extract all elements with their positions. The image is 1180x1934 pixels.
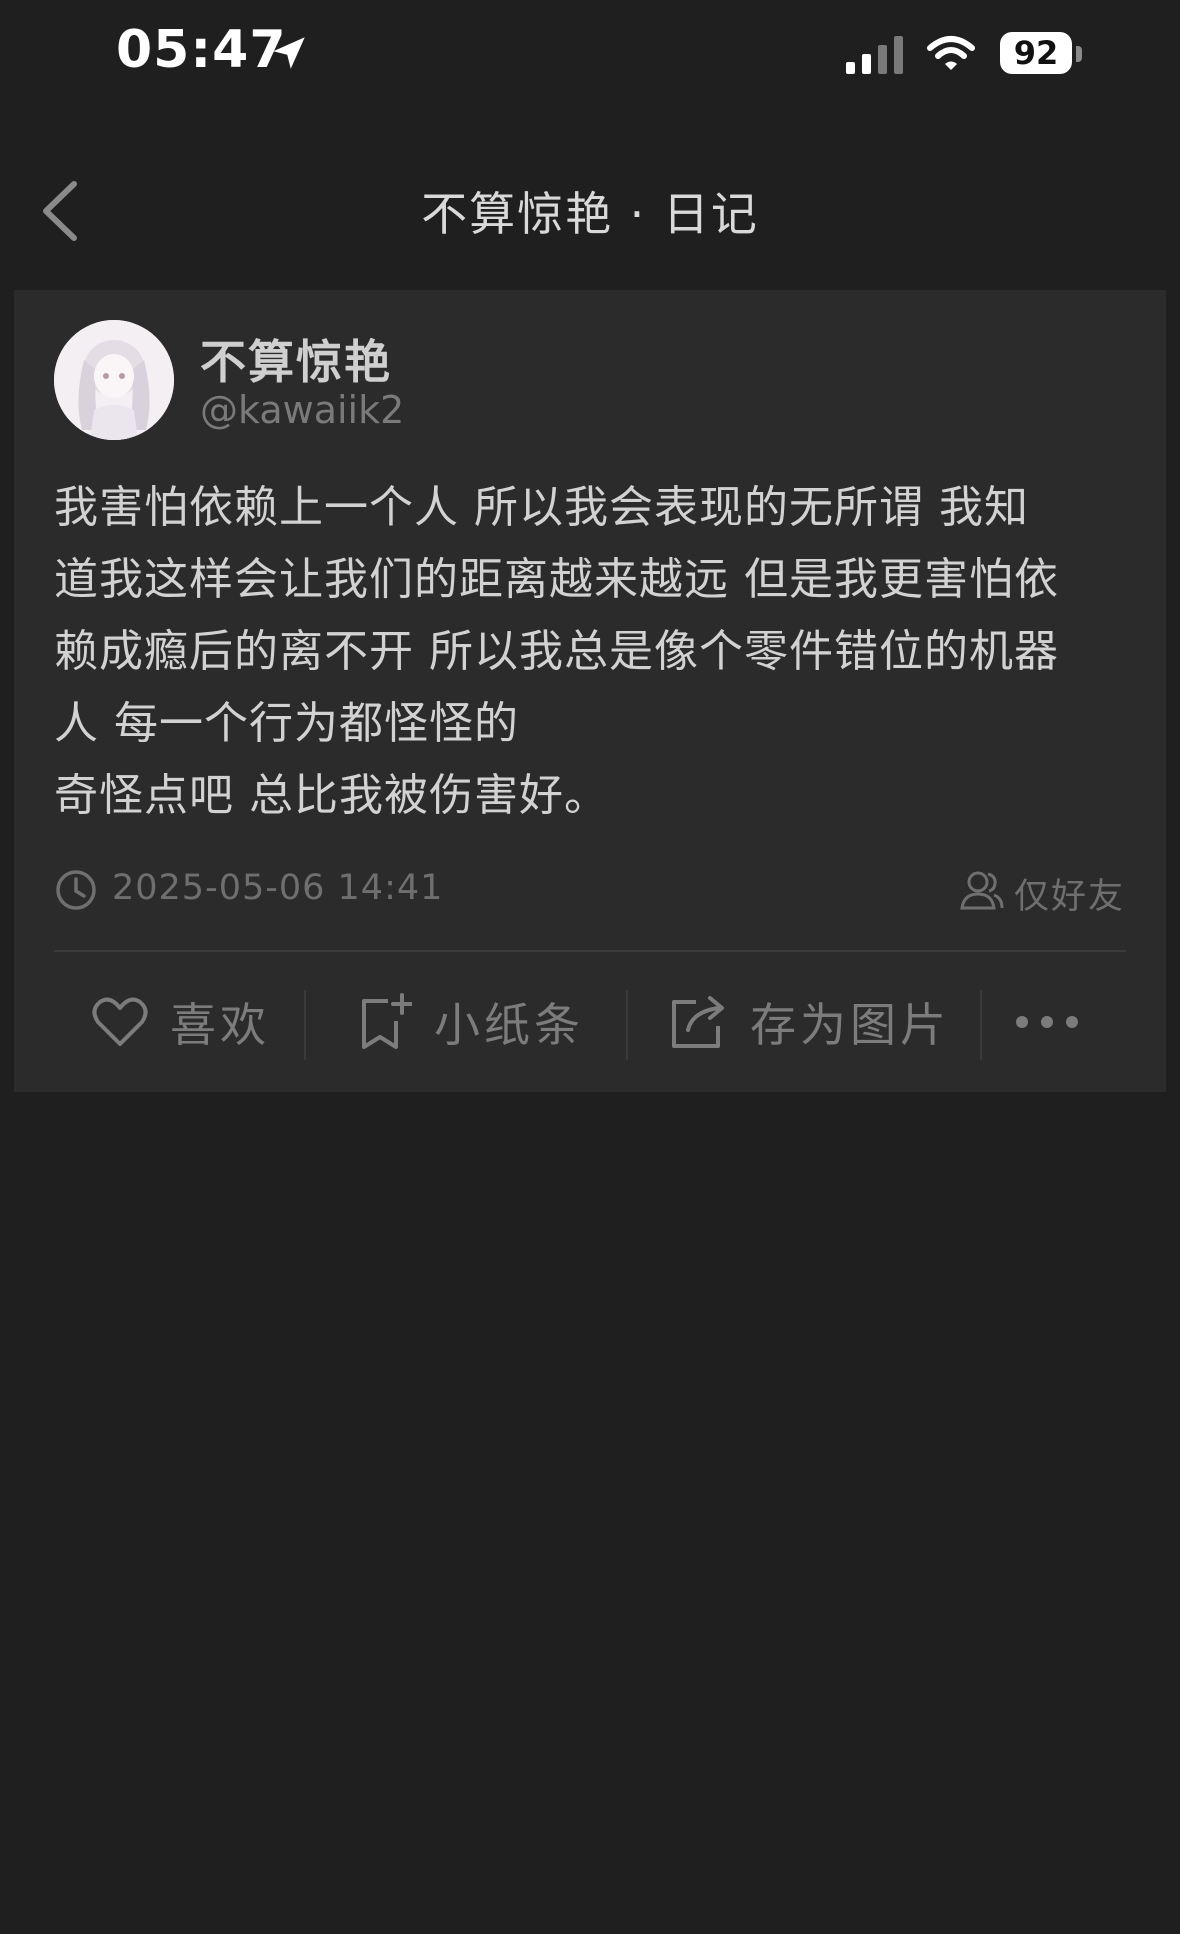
like-label: 喜欢 xyxy=(170,998,270,1052)
status-bar: 05:47 92 xyxy=(0,0,1180,110)
battery-tip xyxy=(1076,46,1082,62)
action-separator xyxy=(626,990,628,1060)
note-add-icon xyxy=(362,993,412,1049)
post-body: 我害怕依赖上一个人 所以我会表现的无所谓 我知 道我这样会让我们的距离越来越远 … xyxy=(54,482,1059,821)
post-card: 不算惊艳 @kawaiik2 我害怕依赖上一个人 所以我会表现的无所谓 我知 道… xyxy=(14,290,1166,1092)
action-separator xyxy=(304,990,306,1060)
note-button[interactable]: 小纸条 xyxy=(358,982,584,1062)
friends-icon xyxy=(960,871,1004,910)
clock-icon xyxy=(56,870,96,910)
save-image-button[interactable]: 存为图片 xyxy=(668,982,950,1062)
visibility-label: 仅好友 xyxy=(1014,877,1126,917)
status-time: 05:47 xyxy=(116,20,287,80)
avatar-illustration xyxy=(54,320,174,440)
avatar[interactable] xyxy=(54,320,174,440)
post-timestamp: 2025-05-06 14:41 xyxy=(112,868,444,908)
more-dots-icon xyxy=(1016,1016,1078,1028)
wifi-icon xyxy=(927,36,975,70)
battery-indicator: 92 xyxy=(1000,32,1072,74)
more-button[interactable] xyxy=(1014,982,1102,1062)
author-name[interactable]: 不算惊艳 xyxy=(200,326,392,392)
cellular-signal-icon xyxy=(846,36,903,74)
share-icon xyxy=(672,996,724,1048)
heart-icon xyxy=(92,997,148,1046)
action-separator xyxy=(980,990,982,1060)
like-button[interactable]: 喜欢 xyxy=(92,982,270,1062)
note-label: 小纸条 xyxy=(434,998,584,1052)
page-title: 不算惊艳 · 日记 xyxy=(421,187,759,241)
author-handle: @kawaiik2 xyxy=(200,388,405,432)
divider xyxy=(54,950,1126,952)
save-image-label: 存为图片 xyxy=(750,998,950,1052)
location-arrow-icon xyxy=(273,37,305,69)
